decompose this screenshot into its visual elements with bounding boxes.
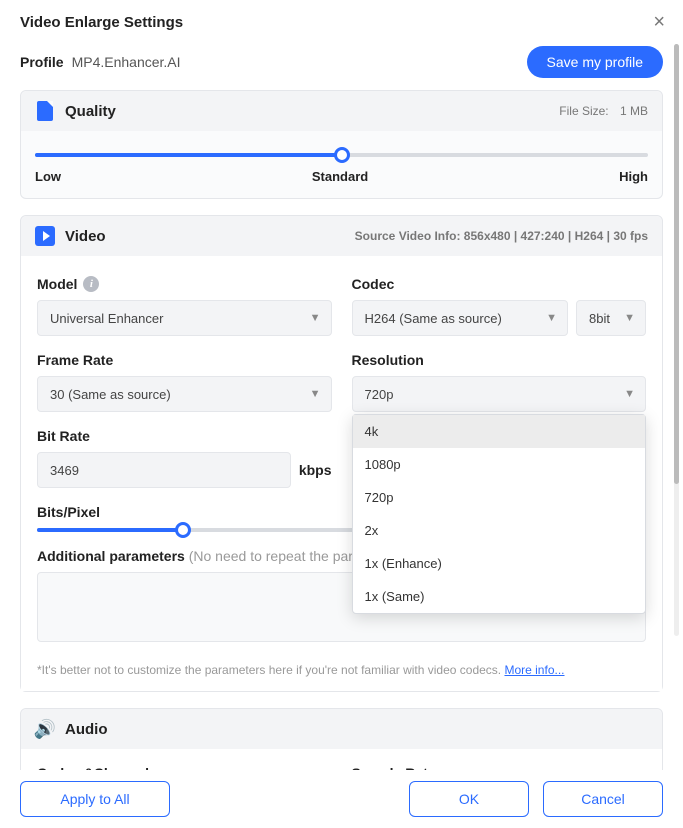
cancel-button[interactable]: Cancel xyxy=(543,781,663,817)
quality-slider[interactable] xyxy=(35,153,648,157)
more-info-link[interactable]: More info... xyxy=(504,663,564,677)
filesize-value: 1 MB xyxy=(620,104,648,118)
chevron-down-icon: ▼ xyxy=(546,312,557,324)
additional-params-label: Additional parameters xyxy=(37,548,185,564)
dialog-title: Video Enlarge Settings xyxy=(20,14,183,31)
resolution-option[interactable]: 1x (Enhance) xyxy=(353,547,646,580)
codec-value: H264 (Same as source) xyxy=(365,311,502,326)
document-icon xyxy=(35,101,55,121)
audio-title: Audio xyxy=(65,721,108,738)
model-select[interactable]: Universal Enhancer ▼ xyxy=(37,300,332,336)
bitdepth-value: 8bit xyxy=(589,311,610,326)
resolution-option[interactable]: 720p xyxy=(353,481,646,514)
resolution-select[interactable]: 720p ▼ xyxy=(352,376,647,412)
source-video-info: Source Video Info: 856x480 | 427:240 | H… xyxy=(355,229,648,243)
bitrate-unit: kbps xyxy=(299,462,332,478)
framerate-value: 30 (Same as source) xyxy=(50,387,171,402)
save-profile-button[interactable]: Save my profile xyxy=(527,46,663,78)
apply-to-all-button[interactable]: Apply to All xyxy=(20,781,170,817)
quality-title: Quality xyxy=(65,103,116,120)
resolution-option[interactable]: 2x xyxy=(353,514,646,547)
resolution-option[interactable]: 1080p xyxy=(353,448,646,481)
framerate-select[interactable]: 30 (Same as source) ▼ xyxy=(37,376,332,412)
chevron-down-icon: ▼ xyxy=(624,388,635,400)
scrollbar[interactable] xyxy=(674,44,679,636)
chevron-down-icon: ▼ xyxy=(310,388,321,400)
video-section: Video Source Video Info: 856x480 | 427:2… xyxy=(20,215,663,692)
quality-standard-label: Standard xyxy=(312,169,368,184)
ok-button[interactable]: OK xyxy=(409,781,529,817)
close-icon[interactable]: × xyxy=(653,12,665,32)
profile-label: Profile xyxy=(20,54,64,70)
info-icon[interactable]: i xyxy=(83,276,99,292)
resolution-dropdown: 4k1080p720p2x1x (Enhance)1x (Same) xyxy=(352,414,647,614)
quality-high-label: High xyxy=(619,169,648,184)
quality-section: Quality File Size: 1 MB Low Standard Hig… xyxy=(20,90,663,199)
speaker-icon: 🔊 xyxy=(35,719,55,739)
resolution-value: 720p xyxy=(365,387,394,402)
play-icon xyxy=(35,226,55,246)
bitrate-input[interactable] xyxy=(37,452,291,488)
model-value: Universal Enhancer xyxy=(50,311,163,326)
framerate-label: Frame Rate xyxy=(37,352,332,368)
audio-section: 🔊 Audio Codec &Channel Sample Rate xyxy=(20,708,663,770)
profile-row: Profile MP4.Enhancer.AI Save my profile xyxy=(20,46,663,78)
bitrate-label: Bit Rate xyxy=(37,428,332,444)
codec-note: *It's better not to customize the parame… xyxy=(37,663,646,677)
resolution-option[interactable]: 1x (Same) xyxy=(353,580,646,613)
filesize-label: File Size: xyxy=(559,104,608,118)
chevron-down-icon: ▼ xyxy=(624,312,635,324)
quality-low-label: Low xyxy=(35,169,61,184)
profile-name: MP4.Enhancer.AI xyxy=(72,54,181,70)
codec-label: Codec xyxy=(352,276,647,292)
resolution-label: Resolution xyxy=(352,352,647,368)
chevron-down-icon: ▼ xyxy=(310,312,321,324)
dialog-footer: Apply to All OK Cancel xyxy=(0,770,683,828)
video-title: Video xyxy=(65,228,106,245)
resolution-option[interactable]: 4k xyxy=(353,415,646,448)
bitdepth-select[interactable]: 8bit ▼ xyxy=(576,300,646,336)
model-label: Model xyxy=(37,276,77,292)
codec-note-text: *It's better not to customize the parame… xyxy=(37,663,504,677)
codec-select[interactable]: H264 (Same as source) ▼ xyxy=(352,300,569,336)
